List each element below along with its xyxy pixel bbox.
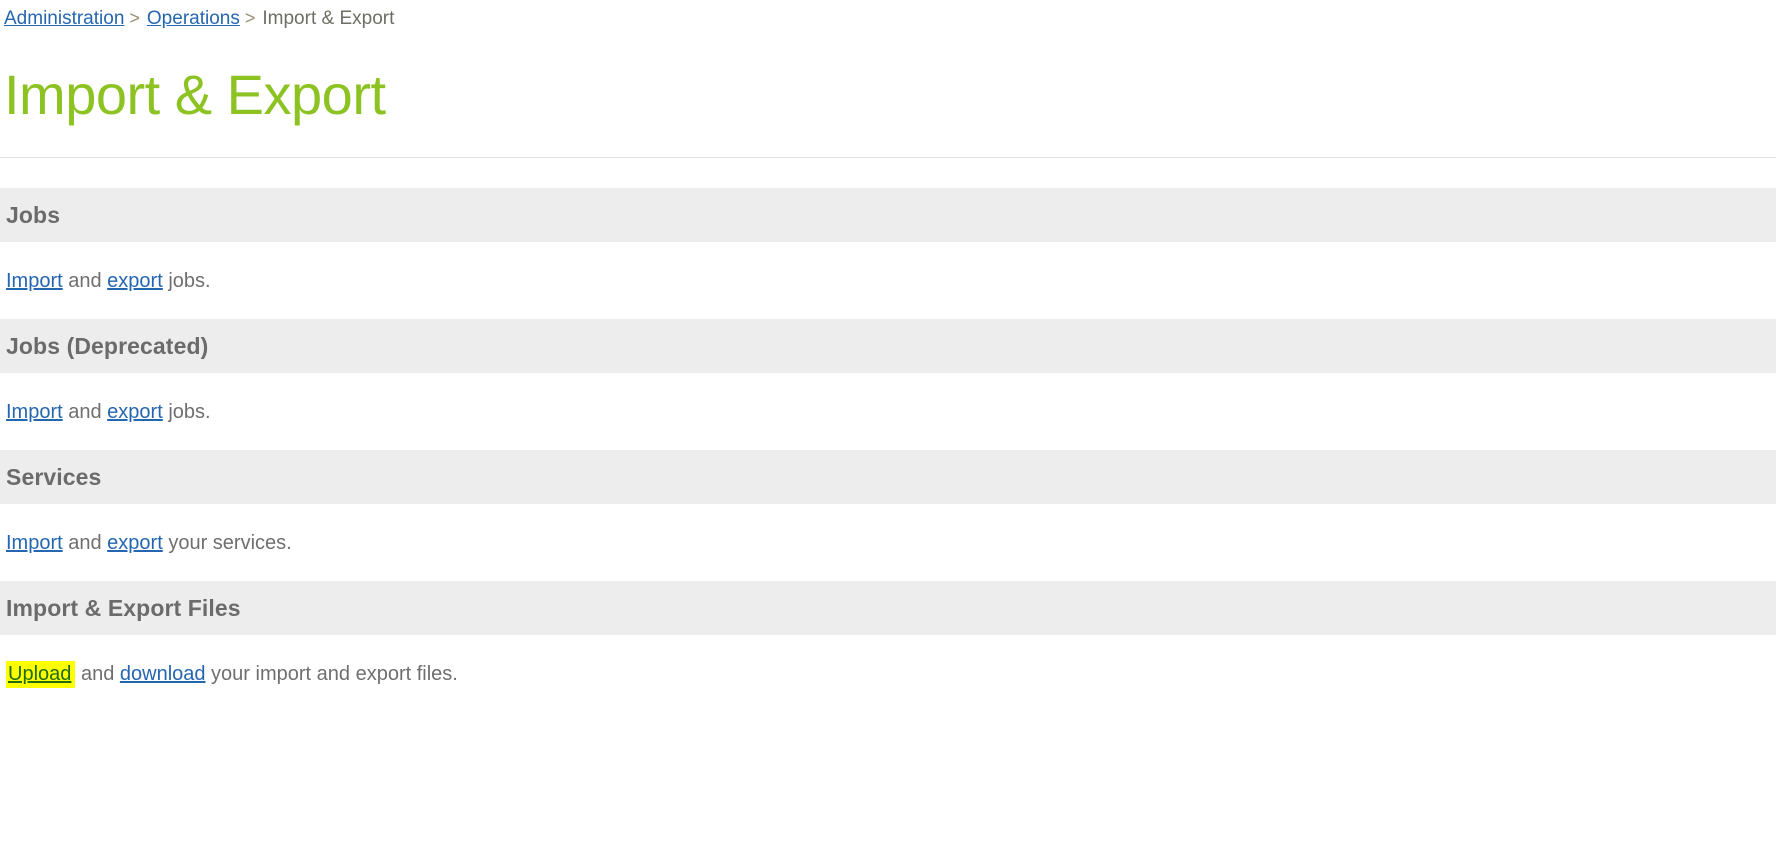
section-header-import-export-files: Import & Export Files	[0, 581, 1776, 635]
content-top-spacer	[0, 158, 1776, 188]
breadcrumb-separator-2: >	[244, 8, 256, 28]
section-import-export-files: Import & Export Files Upload and downloa…	[0, 581, 1776, 712]
section-body-services: Import and export your services.	[0, 504, 1776, 581]
section-jobs-deprecated: Jobs (Deprecated) Import and export jobs…	[0, 319, 1776, 450]
download-files-link[interactable]: download	[120, 663, 206, 685]
import-jobs-deprecated-link[interactable]: Import	[6, 401, 63, 423]
breadcrumb-link-operations[interactable]: Operations	[147, 8, 240, 29]
jobs-text-tail: jobs.	[162, 270, 211, 292]
files-text-tail: your import and export files.	[205, 663, 458, 685]
services-text-and: and	[62, 532, 108, 554]
services-text-tail: your services.	[162, 532, 292, 554]
breadcrumb-link-administration[interactable]: Administration	[4, 8, 124, 29]
page-title: Import & Export	[4, 63, 386, 126]
breadcrumb-separator-1: >	[129, 8, 140, 28]
section-body-jobs: Import and export jobs.	[0, 242, 1776, 319]
import-services-link[interactable]: Import	[6, 532, 63, 554]
files-text-and: and	[75, 663, 120, 685]
jobs-deprecated-text-and: and	[62, 401, 108, 423]
import-export-page: Administration > Operations > Import & Expor…	[0, 0, 1776, 848]
section-body-jobs-deprecated: Import and export jobs.	[0, 373, 1776, 450]
section-body-import-export-files: Upload and download your import and expo…	[0, 635, 1776, 712]
export-jobs-link[interactable]: export	[107, 270, 163, 292]
breadcrumb: Administration > Operations > Import & Expor…	[0, 0, 1776, 31]
jobs-text-and: and	[62, 270, 108, 292]
jobs-deprecated-text-tail: jobs.	[162, 401, 211, 423]
upload-files-link[interactable]: Upload	[6, 661, 76, 688]
breadcrumb-current-import-export: Import & Export	[262, 8, 395, 29]
section-services: Services Import and export your services…	[0, 450, 1776, 581]
section-header-services: Services	[0, 450, 1776, 504]
section-jobs: Jobs Import and export jobs.	[0, 188, 1776, 319]
import-jobs-link[interactable]: Import	[6, 270, 63, 292]
section-header-jobs: Jobs	[0, 188, 1776, 242]
export-services-link[interactable]: export	[107, 532, 163, 554]
export-jobs-deprecated-link[interactable]: export	[107, 401, 163, 423]
section-header-jobs-deprecated: Jobs (Deprecated)	[0, 319, 1776, 373]
